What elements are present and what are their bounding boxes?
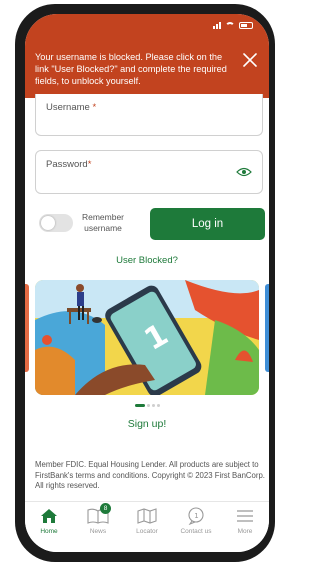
username-field[interactable]: Username * — [35, 94, 263, 136]
password-field[interactable]: Password* — [35, 150, 263, 194]
signal-icon — [213, 22, 221, 29]
close-icon[interactable] — [241, 51, 259, 69]
next-slide-peek — [265, 284, 269, 372]
wifi-icon — [225, 22, 235, 29]
contact-icon: 1 — [188, 507, 204, 525]
carousel-dot[interactable] — [146, 404, 150, 407]
nav-locator-label: Locator — [136, 528, 158, 535]
news-badge: 8 — [100, 503, 111, 514]
password-label: Password* — [46, 159, 92, 170]
username-label: Username * — [46, 102, 97, 113]
remember-username-label: Remember username — [81, 212, 125, 233]
user-blocked-link[interactable]: User Blocked? — [25, 255, 269, 266]
promo-carousel[interactable]: 1 — [25, 280, 269, 398]
nav-home-label: Home — [40, 528, 58, 535]
login-button[interactable]: Log in — [150, 208, 265, 240]
remember-username-toggle[interactable] — [39, 214, 73, 232]
status-bar — [213, 22, 253, 29]
nav-news-label: News — [89, 528, 107, 535]
map-icon — [137, 508, 157, 524]
legal-disclaimer: Member FDIC. Equal Housing Lender. All p… — [35, 460, 265, 491]
carousel-dot[interactable] — [156, 404, 160, 407]
nav-contact-label: Contact us — [180, 528, 212, 535]
nav-locator[interactable]: Locator — [123, 507, 171, 535]
carousel-indicator[interactable] — [25, 404, 269, 407]
battery-icon — [239, 22, 253, 29]
error-banner: Your username is blocked. Please click o… — [25, 14, 269, 98]
app-screen: Your username is blocked. Please click o… — [25, 14, 269, 552]
carousel-dot-active[interactable] — [134, 404, 145, 407]
menu-icon — [237, 510, 253, 522]
nav-more-label: More — [237, 528, 253, 535]
home-icon — [41, 509, 57, 523]
nav-news[interactable]: 8 News — [74, 503, 122, 535]
promo-illustration: 1 — [35, 280, 259, 395]
carousel-dot[interactable] — [151, 404, 155, 407]
error-message: Your username is blocked. Please click o… — [35, 52, 227, 86]
nav-more[interactable]: More — [221, 507, 269, 535]
nav-contact-us[interactable]: 1 Contact us — [172, 507, 220, 535]
show-password-eye-icon[interactable] — [236, 167, 252, 177]
bottom-navigation: Home 8 News Locator 1 Contact us More — [25, 501, 269, 552]
previous-slide-peek — [25, 284, 29, 372]
nav-home[interactable]: Home — [25, 507, 73, 535]
svg-text:1: 1 — [194, 512, 198, 520]
signup-link[interactable]: Sign up! — [25, 418, 269, 430]
